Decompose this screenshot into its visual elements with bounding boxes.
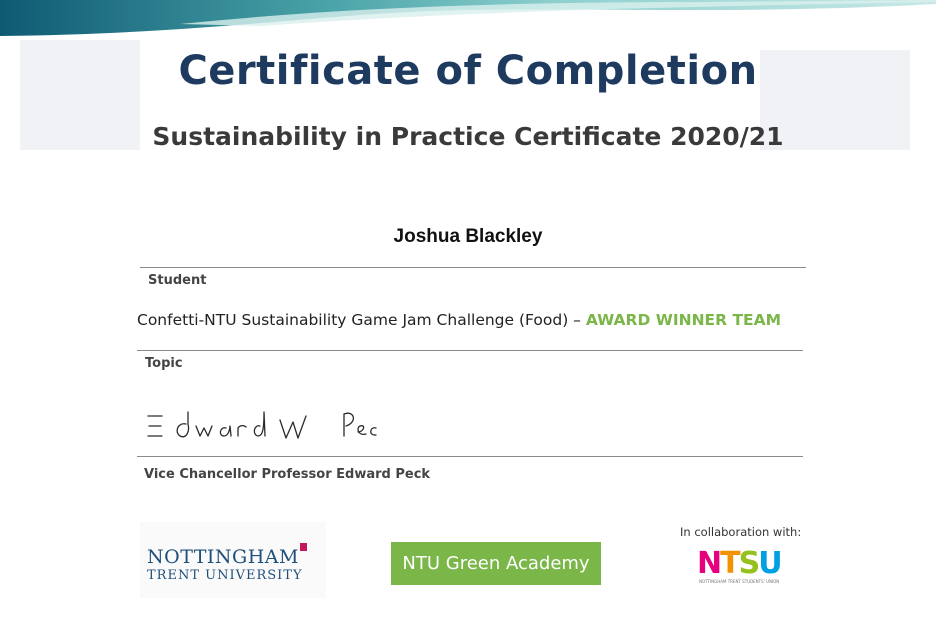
- handwritten-signature: [147, 411, 377, 439]
- topic-divider: [137, 350, 803, 351]
- signatory-label: Vice Chancellor Professor Edward Peck: [144, 467, 431, 482]
- ntsu-letter-t: T: [720, 546, 741, 581]
- topic-text: Confetti-NTU Sustainability Game Jam Cha…: [137, 311, 781, 329]
- student-label: Student: [148, 273, 207, 288]
- ntu-logo-line1: NOTTINGHAM: [147, 546, 299, 568]
- ntu-logo-line2: TRENT UNIVERSITY: [147, 568, 303, 583]
- topic-description: Confetti-NTU Sustainability Game Jam Cha…: [137, 311, 586, 329]
- award-highlight: AWARD WINNER TEAM: [585, 311, 782, 329]
- ntsu-letter-n: N: [697, 546, 722, 581]
- ntsu-letter-u: U: [758, 546, 782, 581]
- ntu-green-academy-logo: NTU Green Academy: [391, 542, 601, 585]
- ntu-logo-mark: [300, 543, 307, 551]
- ntsu-logo: NTSU NOTTINGHAM TRENT STUDENTS' UNION: [697, 546, 789, 586]
- ntsu-logo-subtext: NOTTINGHAM TRENT STUDENTS' UNION: [699, 579, 780, 584]
- ntu-logo: NOTTINGHAM TRENT UNIVERSITY: [140, 522, 326, 598]
- collaboration-label: In collaboration with:: [680, 525, 802, 539]
- certificate-subtitle: Sustainability in Practice Certificate 2…: [152, 122, 784, 151]
- student-divider: [140, 267, 806, 268]
- certificate-title: Certificate of Completion: [178, 48, 758, 94]
- ntsu-letter-s: S: [738, 546, 761, 581]
- student-name: Joshua Blackley: [393, 226, 543, 247]
- signature-divider: [137, 456, 803, 457]
- ntsu-logo-letters: NTSU: [697, 546, 783, 581]
- topic-label: Topic: [145, 356, 183, 371]
